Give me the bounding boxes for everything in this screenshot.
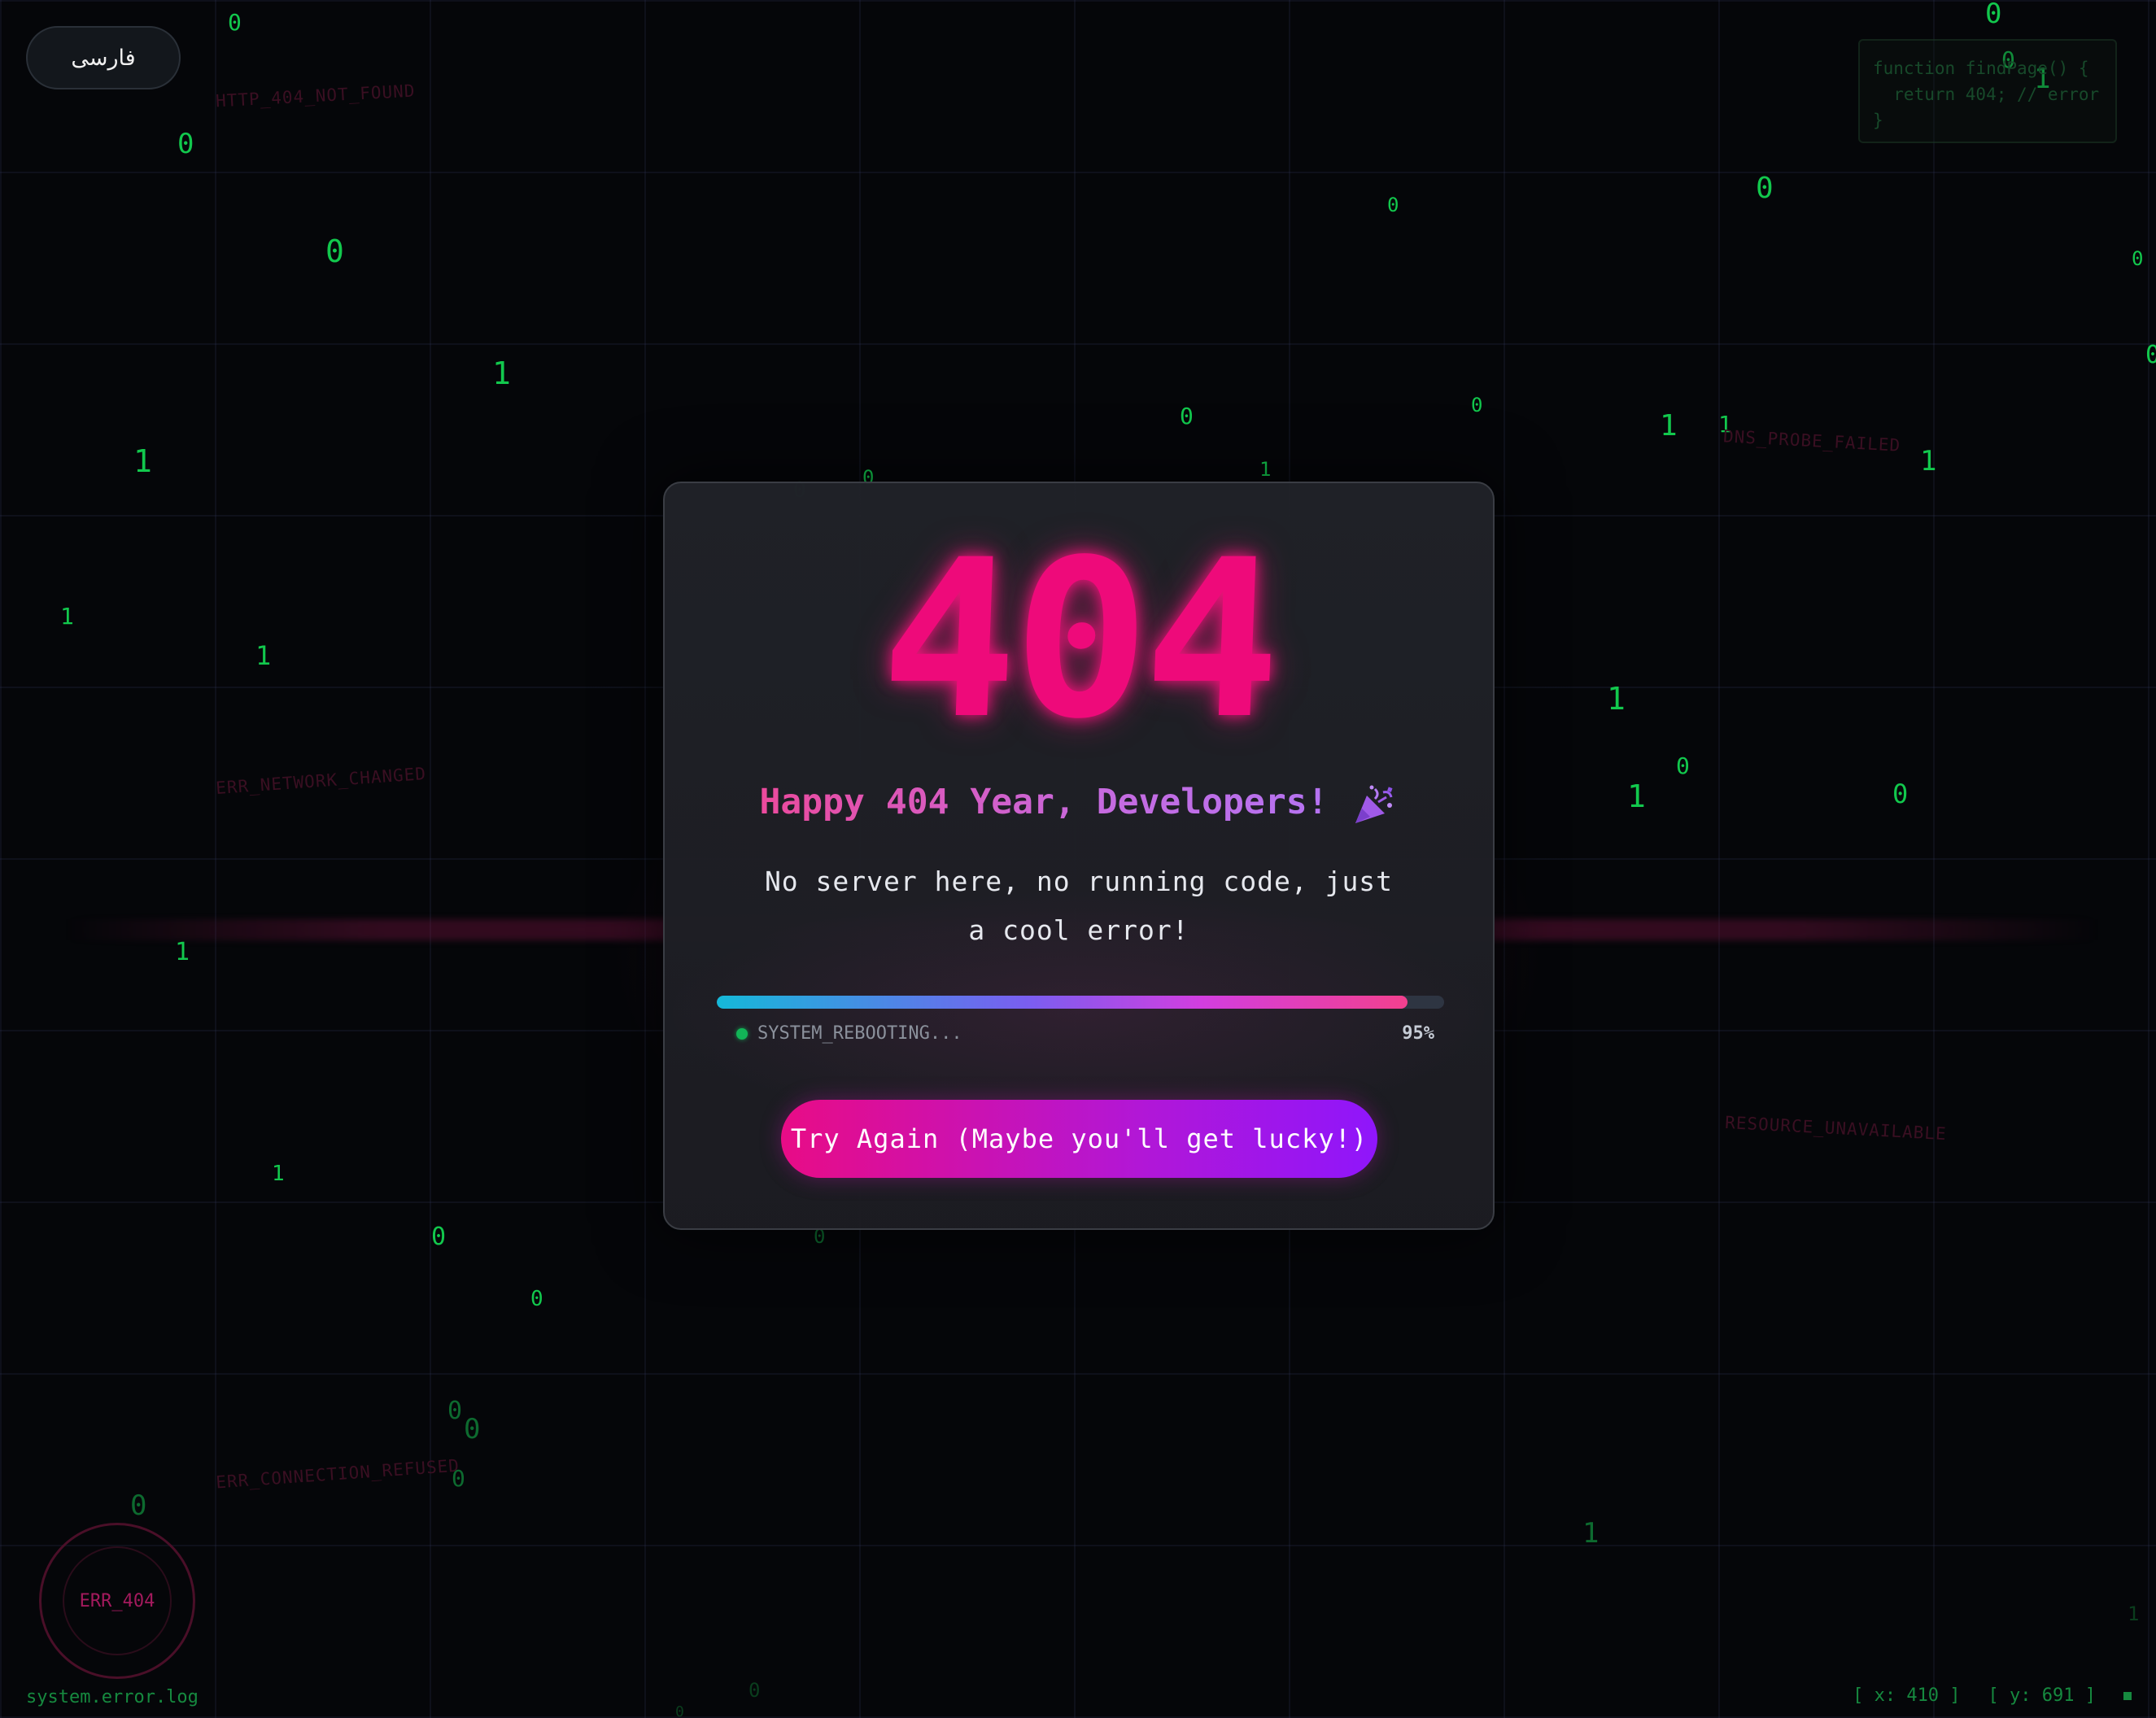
binary-digit: 1 [1660,409,1678,443]
binary-digit: 1 [60,603,74,630]
binary-digit: 0 [177,128,194,160]
binary-digit: 1 [272,1162,285,1186]
binary-digit: 1 [1627,778,1646,814]
status-left: SYSTEM_REBOOTING... [736,1023,962,1044]
language-toggle-button[interactable]: فارسی [26,26,181,89]
error-badge: ERR_404 [39,1523,195,1679]
binary-digit: 1 [2128,1602,2140,1625]
error-card: 404 Happy 404 Year, Developers! No serve… [663,482,1495,1230]
binary-digit: 1 [255,640,272,671]
progress-percent: 95% [1402,1023,1434,1044]
binary-digit: 0 [228,9,242,36]
x-coordinate: [ x: 410 ] [1853,1685,1961,1706]
log-label: system.error.log [26,1687,199,1707]
binary-digit: 0 [1756,172,1774,205]
binary-digit: 0 [130,1489,147,1522]
error-message: No server here, no running code, just a … [764,866,1394,946]
binary-digit: 0 [447,1397,463,1425]
progress-fill [717,996,1408,1009]
binary-digit: 0 [325,233,344,269]
status-text: SYSTEM_REBOOTING... [757,1023,962,1044]
binary-digit: 0 [1985,0,2002,30]
binary-digit: 0 [1387,194,1399,216]
binary-digit: 1 [492,355,511,391]
code-line: } [1873,111,1883,130]
binary-digit: 1 [175,938,190,966]
binary-digit: 0 [2132,247,2144,270]
binary-digit: 1 [1582,1517,1600,1550]
binary-digit: 1 [133,443,152,479]
binary-digit: 0 [1471,394,1483,416]
cursor-coordinates: [ x: 410 ] [ y: 691 ] [1853,1685,2132,1706]
binary-digit: 0 [1676,752,1690,779]
binary-digit: 1 [1607,681,1626,717]
status-dot-icon [736,1027,748,1040]
indicator-square-icon [2123,1691,2132,1700]
binary-digit: 0 [2145,341,2156,369]
party-popper-icon [1352,784,1398,825]
progress-status-row: SYSTEM_REBOOTING... 95% [736,1023,1434,1044]
code-line: return 404; // error [1873,85,2100,104]
code-snippet: function findPage() { return 404; // err… [1858,39,2117,143]
y-coordinate: [ y: 691 ] [1988,1685,2096,1706]
binary-digit: 0 [1892,778,1909,809]
progress-bar [717,996,1444,1009]
binary-digit: 0 [675,1703,684,1718]
headline: Happy 404 Year, Developers! [665,778,1493,826]
binary-digit: 0 [464,1413,481,1445]
headline-text: Happy 404 Year, Developers! [759,782,1329,822]
binary-digit: 0 [530,1287,543,1311]
try-again-button[interactable]: Try Again (Maybe you'll get lucky!) [781,1100,1377,1178]
binary-digit: 0 [748,1679,761,1702]
binary-digit: 0 [1180,403,1194,430]
binary-digit: 1 [1920,445,1937,477]
error-badge-label: ERR_404 [63,1546,172,1655]
code-line: function findPage() { [1873,59,2089,78]
error-code-title: 404 [876,513,1281,767]
binary-digit: 0 [431,1223,447,1251]
binary-digit: 1 [1259,458,1272,481]
